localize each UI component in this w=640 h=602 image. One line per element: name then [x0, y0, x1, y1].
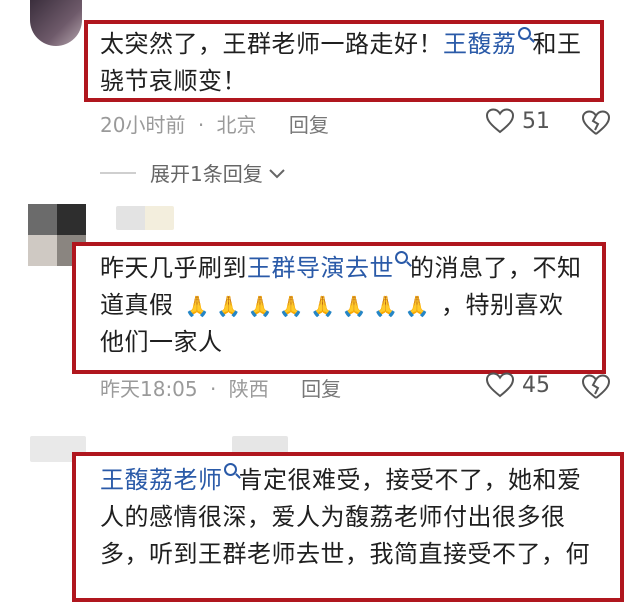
avatar[interactable] — [30, 0, 82, 46]
comment-location: 北京 — [216, 113, 257, 137]
heart-icon — [486, 108, 514, 134]
comment-meta-1: 20小时前 · 北京 回复 — [100, 109, 335, 138]
reply-button[interactable]: 回复 — [301, 377, 341, 401]
hashtag-link[interactable]: 王群导演去世 — [247, 254, 394, 282]
comment-text-segment: 他们一家人 — [100, 328, 223, 356]
like-count: 51 — [522, 108, 550, 134]
comment-text-1: 太突然了，王群老师一路走好！王馥荔 和王 骁节哀顺变！ — [100, 26, 600, 100]
comment-text-segment: 骁节哀顺变！ — [100, 67, 247, 95]
avatar-block — [28, 204, 57, 235]
avatar-block — [28, 235, 57, 266]
pray-emoji-icon: 🙏 — [278, 294, 305, 318]
comment-time: 昨天18:05 — [100, 377, 198, 401]
reply-button[interactable]: 回复 — [289, 113, 329, 137]
comment-meta-2: 昨天18:05 · 陕西 回复 — [100, 373, 347, 402]
comment-text-2: 昨天几乎刷到王群导演去世 的消息了，不知 道真假 🙏 🙏 🙏 🙏 🙏 🙏 🙏 🙏 ，特别喜欢 他… — [100, 250, 602, 361]
pray-emoji-row: 🙏 🙏 🙏 🙏 🙏 🙏 🙏 🙏 — [182, 291, 433, 319]
meta-separator: · — [197, 113, 205, 137]
comment-text-segment: 的消息了，不知 — [410, 254, 582, 282]
blurred-username — [116, 206, 174, 230]
pray-emoji-icon: 🙏 — [341, 294, 368, 318]
comment-text-segment: 昨天几乎刷到 — [100, 254, 247, 282]
comment-location: 陕西 — [228, 377, 269, 401]
pray-emoji-icon: 🙏 — [216, 294, 242, 318]
comment-text-segment: 人的感情很深，爱人为馥荔老师付出很多很 — [100, 503, 566, 531]
meta-separator: · — [210, 377, 217, 401]
pray-emoji-icon: 🙏 — [373, 294, 399, 318]
search-icon — [395, 251, 408, 264]
hashtag-link[interactable]: 王馥荔 — [443, 30, 517, 58]
chevron-down-icon — [269, 168, 285, 178]
divider-line — [100, 171, 136, 174]
search-icon — [517, 27, 531, 40]
heart-icon — [486, 372, 514, 398]
comment-text-segment: 和王 — [532, 30, 582, 58]
comment-text-segment: 太突然了，王群老师一路走好！ — [100, 30, 443, 58]
like-button[interactable]: 51 — [486, 108, 550, 134]
pray-emoji-icon: 🙏 — [404, 294, 430, 318]
expand-replies-button[interactable]: 展开1条回复 — [100, 158, 287, 187]
comment-text-segment: 道真假 — [100, 291, 174, 319]
hashtag-link[interactable]: 王馥荔老师 — [100, 466, 223, 494]
pray-emoji-icon: 🙏 — [184, 294, 211, 318]
avatar-block — [57, 204, 86, 235]
like-button[interactable]: 45 — [486, 372, 550, 398]
broken-heart-icon[interactable] — [582, 374, 610, 400]
broken-heart-icon[interactable] — [582, 110, 610, 136]
comment-text-segment: 多，听到王群老师去世，我简直接受不了，何 — [100, 540, 590, 568]
comment-text-segment: 肯定很难受，接受不了，她和爱 — [238, 466, 582, 494]
comment-time: 20小时前 — [100, 113, 186, 137]
expand-label: 展开1条回复 — [150, 162, 263, 186]
search-icon — [223, 463, 237, 476]
pray-emoji-icon: 🙏 — [310, 294, 336, 318]
like-count: 45 — [522, 372, 550, 398]
pray-emoji-icon: 🙏 — [247, 294, 273, 318]
comment-text-3: 王馥荔老师 肯定很难受，接受不了，她和爱 人的感情很深，爱人为馥荔老师付出很多很 … — [100, 462, 620, 573]
comment-text-segment: ，特别喜欢 — [441, 291, 564, 319]
